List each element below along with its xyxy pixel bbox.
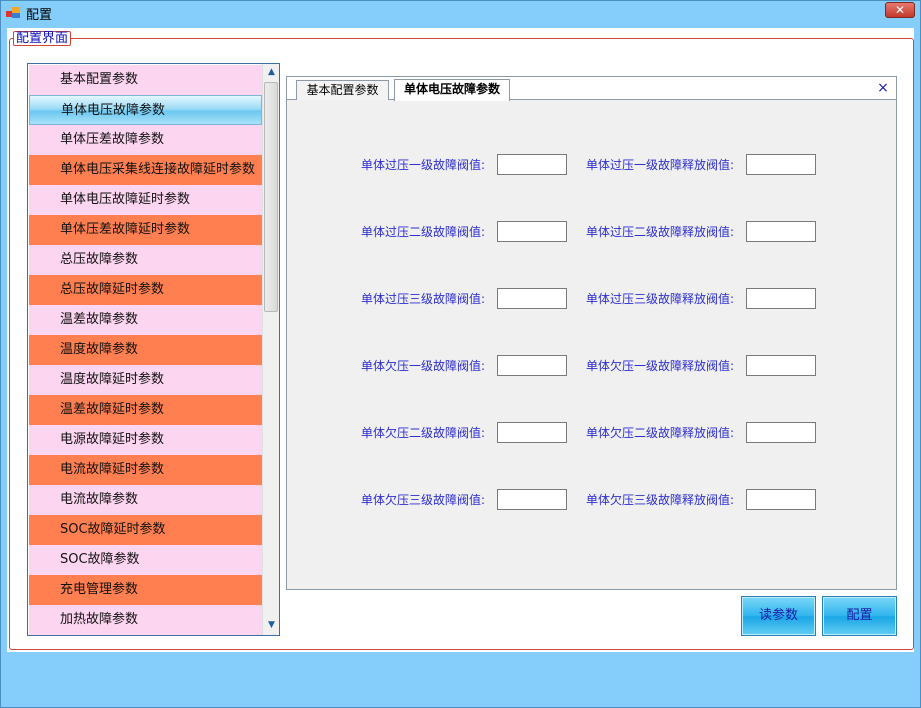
release-threshold-input[interactable] xyxy=(746,355,816,376)
threshold-input[interactable] xyxy=(497,489,567,510)
app-icon xyxy=(6,6,20,19)
list-item[interactable]: 单体电压故障参数 xyxy=(29,95,262,125)
threshold-input[interactable] xyxy=(497,288,567,309)
list-item[interactable]: 温度故障参数 xyxy=(29,335,262,365)
field-label: 单体欠压三级故障阀值: xyxy=(360,493,485,507)
list-item[interactable]: 单体电压故障延时参数 xyxy=(29,185,262,215)
list-item[interactable]: 电流故障延时参数 xyxy=(29,455,262,485)
list-item[interactable]: 温差故障延时参数 xyxy=(29,395,262,425)
field-label: 单体欠压一级故障阀值: xyxy=(360,359,485,373)
list-item[interactable]: SOC故障延时参数 xyxy=(29,515,262,545)
tab-cell-voltage-fault[interactable]: 单体电压故障参数 xyxy=(394,79,510,101)
config-button[interactable]: 配置 xyxy=(822,596,897,636)
title-bar: 配置 ✕ xyxy=(1,1,920,23)
field-label: 单体过压二级故障阀值: xyxy=(360,225,485,239)
field-label: 单体欠压三级故障释放阀值: xyxy=(585,493,734,507)
list-item[interactable]: 电流故障参数 xyxy=(29,485,262,515)
list-item[interactable]: 充电管理参数 xyxy=(29,575,262,605)
release-threshold-input[interactable] xyxy=(746,154,816,175)
field-label: 单体过压三级故障阀值: xyxy=(360,292,485,306)
list-scrollbar[interactable]: ▲ ▼ xyxy=(262,64,279,635)
field-label: 单体欠压二级故障阀值: xyxy=(360,426,485,440)
list-item[interactable]: 电源故障延时参数 xyxy=(29,425,262,455)
list-item[interactable]: 加热故障参数 xyxy=(29,605,262,635)
list-item[interactable]: 总压故障延时参数 xyxy=(29,275,262,305)
field-label: 单体过压二级故障释放阀值: xyxy=(585,225,734,239)
release-threshold-input[interactable] xyxy=(746,489,816,510)
field-label: 单体过压一级故障释放阀值: xyxy=(585,158,734,172)
list-item[interactable]: 总压故障参数 xyxy=(29,245,262,275)
list-item[interactable]: 基本配置参数 xyxy=(29,65,262,95)
tab-close-icon[interactable]: × xyxy=(876,80,890,96)
scroll-up-icon[interactable]: ▲ xyxy=(263,64,279,81)
groupbox-title: 配置界面 xyxy=(13,31,72,46)
threshold-input[interactable] xyxy=(497,422,567,443)
scroll-thumb[interactable] xyxy=(264,82,278,312)
scroll-down-icon[interactable]: ▼ xyxy=(263,617,279,634)
tab-strip: 基本配置参数 单体电压故障参数 × xyxy=(287,77,896,101)
field-label: 单体过压三级故障释放阀值: xyxy=(585,292,734,306)
parameter-category-list[interactable]: 基本配置参数 单体电压故障参数 单体压差故障参数 单体电压采集线连接故障延时参数 单体电… xyxy=(27,63,280,636)
field-label: 单体欠压一级故障释放阀值: xyxy=(585,359,734,373)
list-item[interactable]: 温差故障参数 xyxy=(29,305,262,335)
list-item[interactable]: 单体电压采集线连接故障延时参数 xyxy=(29,155,262,185)
list-item[interactable]: 单体压差故障参数 xyxy=(29,125,262,155)
release-threshold-input[interactable] xyxy=(746,288,816,309)
release-threshold-input[interactable] xyxy=(746,221,816,242)
read-params-button[interactable]: 读参数 xyxy=(741,596,816,636)
threshold-input[interactable] xyxy=(497,355,567,376)
close-icon[interactable]: ✕ xyxy=(885,2,915,18)
list-item[interactable]: SOC故障参数 xyxy=(29,545,262,575)
list-item[interactable]: 单体压差故障延时参数 xyxy=(29,215,262,245)
list-item[interactable]: 温度故障延时参数 xyxy=(29,365,262,395)
threshold-input[interactable] xyxy=(497,221,567,242)
tab-basic-config[interactable]: 基本配置参数 xyxy=(296,80,389,100)
window-title: 配置 xyxy=(26,8,53,23)
field-label: 单体欠压二级故障释放阀值: xyxy=(585,426,734,440)
threshold-input[interactable] xyxy=(497,154,567,175)
field-label: 单体过压一级故障阀值: xyxy=(360,158,485,172)
release-threshold-input[interactable] xyxy=(746,422,816,443)
